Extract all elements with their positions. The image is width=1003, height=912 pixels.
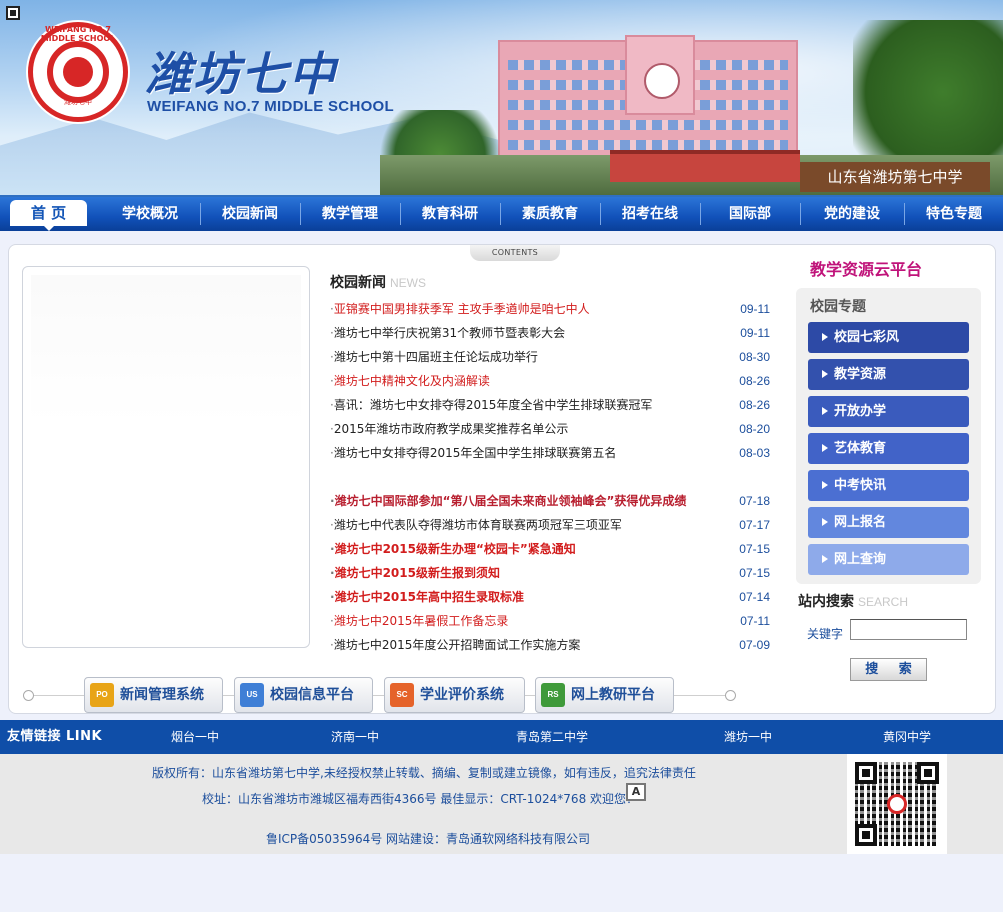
po-icon: PO: [90, 683, 114, 707]
divider-dot: [23, 690, 34, 701]
window-icon[interactable]: [6, 6, 20, 20]
contents-tab: CONTENTS: [470, 245, 560, 261]
teaching-resource-cloud-link[interactable]: 教学资源云平台: [810, 256, 922, 280]
wap-icon[interactable]: A: [626, 783, 646, 801]
site-search-title: 站内搜索 SEARCH: [798, 594, 909, 610]
nav-education-research[interactable]: 教育科研: [400, 197, 500, 231]
school-name-en: WEIFANG NO.7 MIDDLE SCHOOL: [147, 98, 394, 115]
clock-icon: [644, 63, 680, 99]
topic-teaching-resources[interactable]: 教学资源: [808, 359, 969, 390]
news-photo-slideshow[interactable]: [22, 266, 310, 648]
news-item[interactable]: ·潍坊七中精神文化及内涵解读 08-26: [330, 370, 772, 392]
news-management-system-button[interactable]: PO 新闻管理系统: [84, 677, 223, 713]
friendly-links-bar: 友情链接 LINK 烟台一中 济南一中 青岛第二中学 潍坊一中 黄冈中学: [0, 720, 1003, 754]
topic-open-schooling[interactable]: 开放办学: [808, 396, 969, 427]
school-logo[interactable]: WEIFANG NO.7 MIDDLE SCHOOL 潍坊七中: [28, 22, 128, 122]
nav-home[interactable]: 首 页: [10, 200, 87, 231]
keyword-label: 关键字: [807, 627, 844, 641]
nav-school-overview[interactable]: 学校概况: [100, 197, 200, 231]
nav-admissions[interactable]: 招考在线: [600, 197, 700, 231]
news-item[interactable]: ·潍坊七中第十四届班主任论坛成功举行 08-30: [330, 346, 772, 368]
friendly-links-title: 友情链接 LINK: [7, 729, 103, 744]
address-text: 校址：山东省潍坊市潍城区福寿西街4366号 最佳显示：CRT-1024*768 …: [202, 792, 639, 806]
link-weifang-no1[interactable]: 潍坊一中: [724, 720, 772, 754]
news-item[interactable]: ·潍坊七中代表队夺得潍坊市体育联赛两项冠军三项亚军 07-17: [330, 514, 772, 536]
news-item[interactable]: ·潍坊七中2015年高中招生录取标准 07-14: [330, 586, 772, 608]
qr-code-image: [847, 754, 947, 854]
news-section-title: 校园新闻 NEWS: [330, 275, 426, 291]
nav-campus-news[interactable]: 校园新闻: [200, 197, 300, 231]
news-item[interactable]: ·潍坊七中女排夺得2015年全国中学生排球联赛第五名 08-03: [330, 442, 772, 464]
keyword-input[interactable]: [850, 619, 967, 640]
divider-dot: [725, 690, 736, 701]
topic-online-query[interactable]: 网上查询: [808, 544, 969, 575]
school-gate-image: [610, 150, 800, 182]
clock-tower-image: [625, 35, 695, 115]
topic-campus-colors[interactable]: 校园七彩风: [808, 322, 969, 353]
topic-arts-sports[interactable]: 艺体教育: [808, 433, 969, 464]
academic-evaluation-system-button[interactable]: SC 学业评价系统: [384, 677, 525, 713]
nav-international[interactable]: 国际部: [700, 197, 800, 231]
header-banner: 山东省潍坊第七中学 WEIFANG NO.7 MIDDLE SCHOOL 潍坊七…: [0, 0, 1003, 197]
icp-text: 鲁ICP备05035964号 网站建设：青岛通软网络科技有限公司: [266, 832, 591, 846]
link-huanggang[interactable]: 黄冈中学: [883, 720, 931, 754]
news-item[interactable]: ·潍坊七中2015级新生报到须知 07-15: [330, 562, 772, 584]
campus-topics-box: 校园专题 校园七彩风 教学资源 开放办学 艺体教育 中考快讯 网上报名 网上查询: [796, 288, 981, 584]
news-item[interactable]: ·潍坊七中2015年度公开招聘面试工作实施方案 07-09: [330, 634, 772, 656]
rs-icon: RS: [541, 683, 565, 707]
copyright-text: 版权所有：山东省潍坊第七中学,未经授权禁止转载、摘编、复制或建立镜像，如有违反，…: [152, 766, 696, 780]
news-item[interactable]: ·2015年潍坊市政府教学成果奖推荐名单公示 08-20: [330, 418, 772, 440]
news-item[interactable]: ·亚锦赛中国男排获季军 主攻手季遒帅是咱七中人 09-11: [330, 298, 772, 320]
main-nav: 首 页 学校概况 校园新闻 教学管理 教育科研 素质教育 招考在线 国际部 党的…: [0, 197, 1003, 231]
nav-quality-education[interactable]: 素质教育: [500, 197, 600, 231]
nav-special-topics[interactable]: 特色专题: [904, 197, 1003, 231]
logo-subtext: 潍坊七中: [64, 98, 92, 106]
news-item[interactable]: ·潍坊七中国际部参加“第八届全国未来商业领袖峰会”获得优异成绩 07-18: [330, 490, 772, 512]
topic-exam-news[interactable]: 中考快讯: [808, 470, 969, 501]
topics-title: 校园专题: [810, 299, 866, 315]
campus-info-platform-button[interactable]: US 校园信息平台: [234, 677, 373, 713]
wall-sign: 山东省潍坊第七中学: [800, 162, 990, 192]
sc-icon: SC: [390, 683, 414, 707]
nav-party-building[interactable]: 党的建设: [800, 197, 904, 231]
news-item[interactable]: ·潍坊七中举行庆祝第31个教师节暨表彰大会 09-11: [330, 322, 772, 344]
link-jinan-no1[interactable]: 济南一中: [331, 720, 379, 754]
news-item[interactable]: ·潍坊七中2015年暑假工作备忘录 07-11: [330, 610, 772, 632]
link-qingdao-no2[interactable]: 青岛第二中学: [516, 720, 588, 754]
qr-logo-icon: [887, 794, 907, 814]
news-item[interactable]: ·潍坊七中2015级新生办理“校园卡”紧急通知 07-15: [330, 538, 772, 560]
topic-online-registration[interactable]: 网上报名: [808, 507, 969, 538]
us-icon: US: [240, 683, 264, 707]
link-yantai-no1[interactable]: 烟台一中: [171, 720, 219, 754]
logo-text: WEIFANG NO.7 MIDDLE SCHOOL: [40, 25, 116, 43]
online-research-platform-button[interactable]: RS 网上教研平台: [535, 677, 674, 713]
search-button[interactable]: 搜 索: [850, 658, 927, 681]
school-name-cn: 潍坊七中: [145, 47, 337, 101]
news-item[interactable]: ·喜讯：潍坊七中女排夺得2015年度全省中学生排球联赛冠军 08-26: [330, 394, 772, 416]
nav-teaching-management[interactable]: 教学管理: [300, 197, 400, 231]
